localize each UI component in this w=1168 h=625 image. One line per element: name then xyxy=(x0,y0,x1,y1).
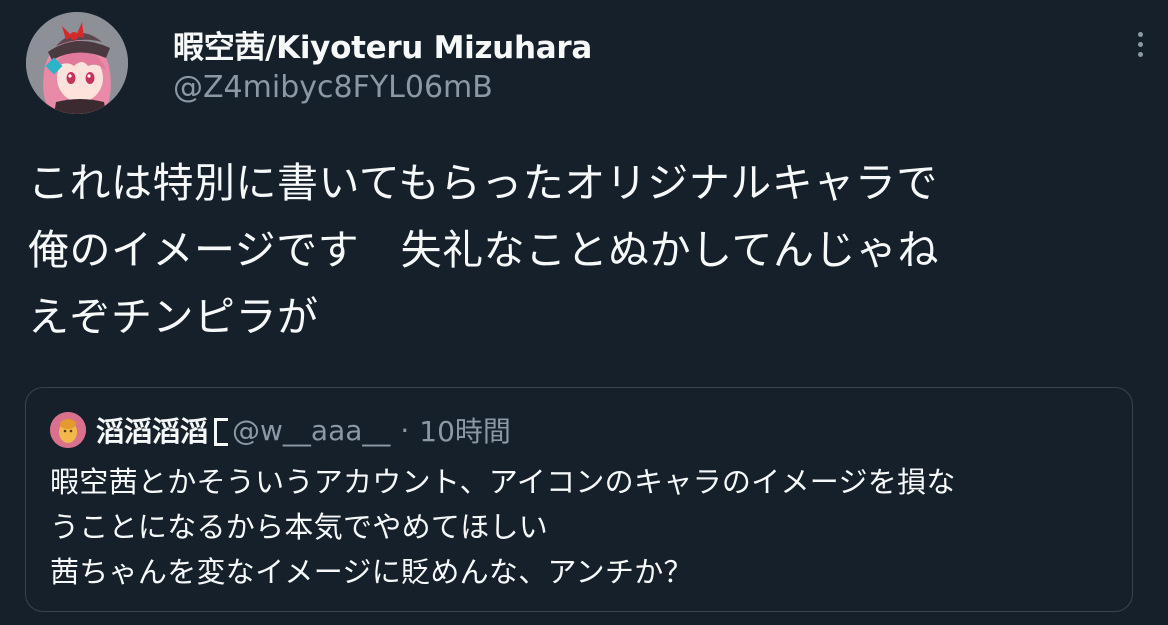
tweet: 暇空茜/Kiyoteru Mizuhara @Z4mibyc8FYL06mB こ… xyxy=(0,0,1168,625)
tweet-text: これは特別に書いてもらったオリジナルキャラで 俺のイメージです 失礼なことぬかし… xyxy=(28,159,939,341)
author-avatar[interactable] xyxy=(26,12,128,114)
quoted-author-display-name[interactable]: 滔滔滔滔 xyxy=(96,410,208,450)
cartoon-avatar-icon xyxy=(50,412,86,448)
more-vertical-icon xyxy=(1137,31,1143,37)
more-vertical-icon-dot xyxy=(1137,51,1143,57)
more-options-button[interactable] xyxy=(1124,24,1156,64)
meta-separator: · xyxy=(400,413,410,447)
anime-character-avatar-icon xyxy=(26,12,128,114)
quoted-tweet-timestamp[interactable]: 10時間 xyxy=(419,410,511,450)
author-display-name[interactable]: 暇空茜/Kiyoteru Mizuhara xyxy=(173,22,592,67)
more-vertical-icon-dot xyxy=(1137,41,1143,47)
author-handle[interactable]: @Z4mibyc8FYL06mB xyxy=(173,70,493,105)
bracket-emoji-icon xyxy=(214,418,229,446)
quoted-author-avatar[interactable] xyxy=(50,412,86,448)
quoted-tweet-header: 滔滔滔滔 @w__aaa__ · 10時間 xyxy=(50,408,511,452)
quoted-tweet-text: 暇空茜とかそういうアカウント、アイコンのキャラのイメージを損な うことになるから… xyxy=(50,465,956,589)
quoted-tweet-card[interactable]: 滔滔滔滔 @w__aaa__ · 10時間 暇空茜とかそういうアカウント、アイコ… xyxy=(25,387,1133,612)
quoted-author-handle[interactable]: @w__aaa__ xyxy=(232,414,390,447)
